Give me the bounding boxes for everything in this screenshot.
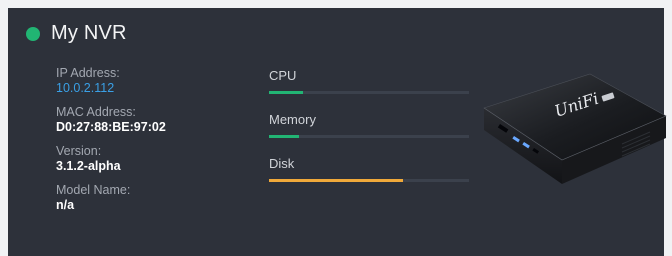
memory-usage-bar xyxy=(269,135,469,138)
version-label: Version: xyxy=(56,144,102,158)
nvr-name: My NVR xyxy=(51,22,127,44)
disk-usage-fill xyxy=(269,179,403,182)
cpu-usage-bar xyxy=(269,91,469,94)
status-online-icon xyxy=(26,26,40,41)
ip-address-link[interactable]: 10.0.2.112 xyxy=(56,81,166,96)
nvr-info: IP Address: 10.0.2.112 MAC Address: D0:2… xyxy=(56,66,166,222)
version-value: 3.1.2-alpha xyxy=(56,159,121,173)
cpu-label: CPU xyxy=(269,68,297,83)
mac-address-label: MAC Address: xyxy=(56,105,136,119)
model-name-value: n/a xyxy=(56,198,75,212)
version-field: Version: 3.1.2-alpha xyxy=(56,144,166,174)
cpu-metric: CPU xyxy=(269,68,469,112)
cpu-usage-fill xyxy=(269,91,303,94)
memory-metric: Memory xyxy=(269,112,469,156)
model-name-field: Model Name: n/a xyxy=(56,183,166,213)
memory-usage-fill xyxy=(269,135,299,138)
unifi-nvr-device-image: UniFi xyxy=(483,73,667,184)
disk-usage-bar xyxy=(269,179,469,182)
disk-label: Disk xyxy=(269,156,295,171)
mac-address-field: MAC Address: D0:27:88:BE:97:02 xyxy=(56,105,166,135)
resource-usage: CPU Memory Disk xyxy=(269,68,469,200)
ip-address-field: IP Address: 10.0.2.112 xyxy=(56,66,166,96)
memory-label: Memory xyxy=(269,112,316,127)
ip-address-label: IP Address: xyxy=(56,66,120,80)
nvr-card: My NVR IP Address: 10.0.2.112 MAC Addres… xyxy=(8,8,667,256)
model-name-label: Model Name: xyxy=(56,183,131,197)
card-header: My NVR xyxy=(26,22,127,45)
disk-metric: Disk xyxy=(269,156,469,200)
mac-address-value: D0:27:88:BE:97:02 xyxy=(56,120,166,134)
